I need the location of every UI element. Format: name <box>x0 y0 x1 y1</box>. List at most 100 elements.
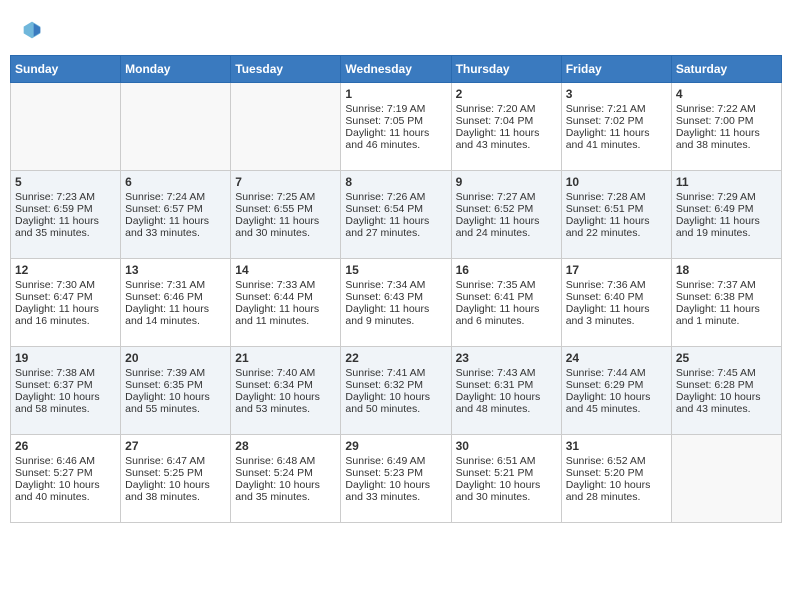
day-number: 30 <box>456 439 557 453</box>
cell-text: Daylight: 10 hours and 30 minutes. <box>456 479 557 503</box>
cell-text: Sunset: 5:25 PM <box>125 467 226 479</box>
calendar-cell <box>121 83 231 171</box>
cell-text: Sunset: 6:55 PM <box>235 203 336 215</box>
day-number: 18 <box>676 263 777 277</box>
weekday-header: Tuesday <box>231 56 341 83</box>
cell-text: Sunrise: 7:31 AM <box>125 279 226 291</box>
cell-text: Sunset: 6:49 PM <box>676 203 777 215</box>
cell-text: Daylight: 10 hours and 33 minutes. <box>345 479 446 503</box>
cell-text: Sunrise: 6:49 AM <box>345 455 446 467</box>
calendar-cell: 26Sunrise: 6:46 AMSunset: 5:27 PMDayligh… <box>11 435 121 523</box>
cell-text: Daylight: 11 hours and 41 minutes. <box>566 127 667 151</box>
cell-text: Daylight: 10 hours and 28 minutes. <box>566 479 667 503</box>
cell-text: Sunset: 6:34 PM <box>235 379 336 391</box>
calendar-cell: 17Sunrise: 7:36 AMSunset: 6:40 PMDayligh… <box>561 259 671 347</box>
cell-text: Sunset: 6:41 PM <box>456 291 557 303</box>
cell-text: Daylight: 11 hours and 43 minutes. <box>456 127 557 151</box>
calendar-cell: 28Sunrise: 6:48 AMSunset: 5:24 PMDayligh… <box>231 435 341 523</box>
cell-text: Sunrise: 7:36 AM <box>566 279 667 291</box>
calendar-cell: 23Sunrise: 7:43 AMSunset: 6:31 PMDayligh… <box>451 347 561 435</box>
day-number: 4 <box>676 87 777 101</box>
cell-text: Sunrise: 7:45 AM <box>676 367 777 379</box>
cell-text: Daylight: 11 hours and 27 minutes. <box>345 215 446 239</box>
calendar-cell: 18Sunrise: 7:37 AMSunset: 6:38 PMDayligh… <box>671 259 781 347</box>
calendar-cell: 21Sunrise: 7:40 AMSunset: 6:34 PMDayligh… <box>231 347 341 435</box>
day-number: 20 <box>125 351 226 365</box>
calendar-cell: 29Sunrise: 6:49 AMSunset: 5:23 PMDayligh… <box>341 435 451 523</box>
calendar-week-row: 5Sunrise: 7:23 AMSunset: 6:59 PMDaylight… <box>11 171 782 259</box>
cell-text: Sunrise: 7:20 AM <box>456 103 557 115</box>
cell-text: Daylight: 11 hours and 24 minutes. <box>456 215 557 239</box>
cell-text: Sunset: 6:31 PM <box>456 379 557 391</box>
cell-text: Sunrise: 7:37 AM <box>676 279 777 291</box>
weekday-header: Wednesday <box>341 56 451 83</box>
calendar-cell <box>671 435 781 523</box>
cell-text: Sunrise: 7:19 AM <box>345 103 446 115</box>
day-number: 27 <box>125 439 226 453</box>
cell-text: Sunrise: 7:38 AM <box>15 367 116 379</box>
day-number: 25 <box>676 351 777 365</box>
cell-text: Daylight: 11 hours and 35 minutes. <box>15 215 116 239</box>
day-number: 10 <box>566 175 667 189</box>
cell-text: Sunset: 5:27 PM <box>15 467 116 479</box>
cell-text: Sunset: 6:43 PM <box>345 291 446 303</box>
cell-text: Daylight: 11 hours and 11 minutes. <box>235 303 336 327</box>
cell-text: Sunset: 6:47 PM <box>15 291 116 303</box>
weekday-header: Friday <box>561 56 671 83</box>
cell-text: Daylight: 11 hours and 14 minutes. <box>125 303 226 327</box>
cell-text: Sunset: 6:52 PM <box>456 203 557 215</box>
calendar-cell: 14Sunrise: 7:33 AMSunset: 6:44 PMDayligh… <box>231 259 341 347</box>
cell-text: Sunset: 6:44 PM <box>235 291 336 303</box>
day-number: 29 <box>345 439 446 453</box>
day-number: 26 <box>15 439 116 453</box>
day-number: 6 <box>125 175 226 189</box>
day-number: 1 <box>345 87 446 101</box>
cell-text: Sunrise: 6:46 AM <box>15 455 116 467</box>
calendar-header <box>10 10 782 50</box>
cell-text: Sunrise: 6:48 AM <box>235 455 336 467</box>
calendar-cell <box>11 83 121 171</box>
cell-text: Sunset: 6:57 PM <box>125 203 226 215</box>
calendar-week-row: 1Sunrise: 7:19 AMSunset: 7:05 PMDaylight… <box>11 83 782 171</box>
weekday-header: Saturday <box>671 56 781 83</box>
cell-text: Daylight: 10 hours and 43 minutes. <box>676 391 777 415</box>
cell-text: Daylight: 11 hours and 3 minutes. <box>566 303 667 327</box>
cell-text: Sunset: 6:29 PM <box>566 379 667 391</box>
cell-text: Sunset: 6:37 PM <box>15 379 116 391</box>
cell-text: Sunset: 5:21 PM <box>456 467 557 479</box>
calendar-cell: 13Sunrise: 7:31 AMSunset: 6:46 PMDayligh… <box>121 259 231 347</box>
cell-text: Sunrise: 6:51 AM <box>456 455 557 467</box>
cell-text: Daylight: 11 hours and 6 minutes. <box>456 303 557 327</box>
day-number: 2 <box>456 87 557 101</box>
cell-text: Daylight: 11 hours and 19 minutes. <box>676 215 777 239</box>
cell-text: Sunrise: 7:30 AM <box>15 279 116 291</box>
cell-text: Sunset: 5:24 PM <box>235 467 336 479</box>
calendar-cell: 10Sunrise: 7:28 AMSunset: 6:51 PMDayligh… <box>561 171 671 259</box>
calendar-cell: 4Sunrise: 7:22 AMSunset: 7:00 PMDaylight… <box>671 83 781 171</box>
day-number: 13 <box>125 263 226 277</box>
cell-text: Sunrise: 7:39 AM <box>125 367 226 379</box>
day-number: 7 <box>235 175 336 189</box>
calendar-cell: 16Sunrise: 7:35 AMSunset: 6:41 PMDayligh… <box>451 259 561 347</box>
logo <box>20 20 44 45</box>
calendar-cell: 12Sunrise: 7:30 AMSunset: 6:47 PMDayligh… <box>11 259 121 347</box>
cell-text: Sunset: 6:35 PM <box>125 379 226 391</box>
cell-text: Sunrise: 7:27 AM <box>456 191 557 203</box>
calendar-week-row: 19Sunrise: 7:38 AMSunset: 6:37 PMDayligh… <box>11 347 782 435</box>
cell-text: Sunset: 7:04 PM <box>456 115 557 127</box>
cell-text: Sunrise: 7:44 AM <box>566 367 667 379</box>
day-number: 24 <box>566 351 667 365</box>
cell-text: Daylight: 10 hours and 55 minutes. <box>125 391 226 415</box>
cell-text: Sunrise: 7:26 AM <box>345 191 446 203</box>
calendar-cell: 20 Sunrise: 7:39 AMSunset: 6:35 PMDayligh… <box>121 347 231 435</box>
cell-text: Sunset: 7:02 PM <box>566 115 667 127</box>
calendar-cell: 1Sunrise: 7:19 AMSunset: 7:05 PMDaylight… <box>341 83 451 171</box>
cell-text: Sunrise: 7:25 AM <box>235 191 336 203</box>
day-number: 21 <box>235 351 336 365</box>
day-number: 22 <box>345 351 446 365</box>
calendar-cell: 7Sunrise: 7:25 AMSunset: 6:55 PMDaylight… <box>231 171 341 259</box>
day-number: 31 <box>566 439 667 453</box>
cell-text: Sunset: 6:38 PM <box>676 291 777 303</box>
cell-text: Sunrise: 7:35 AM <box>456 279 557 291</box>
cell-text: Daylight: 11 hours and 33 minutes. <box>125 215 226 239</box>
